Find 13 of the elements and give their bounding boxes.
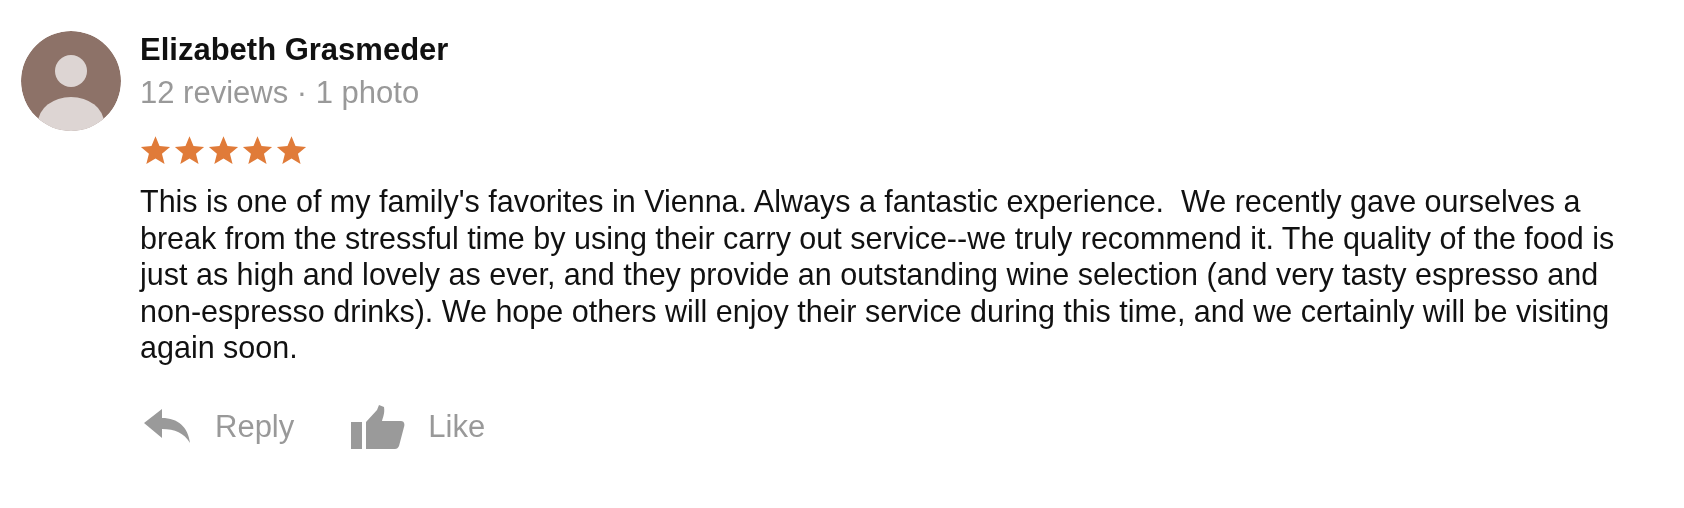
avatar-icon [21,31,121,131]
star-icon [174,135,205,166]
star-icon [140,135,171,166]
author-name: Elizabeth Grasmeder [140,32,450,68]
star-icon [208,135,239,166]
star-icon [276,135,307,166]
reply-button[interactable]: Reply [144,404,295,449]
thumbs-up-icon [351,404,406,449]
reply-icon [144,408,192,445]
review-count: 12 reviews · 1 photo [140,75,421,111]
star-icon [242,135,273,166]
review-text: This is one of my family's favorites in Vienna. Always a fantastic experience. We recently gave ourselves a break from the stressful time by using their carry out service--we truly recommend it. The quality of the food is just as high and lovely as ever, and they provide an outstanding wine selection (and very tasty espresso and non-espresso drinks). We hope others will enjoy their service during this time, and we certainly will be visiting again soon. [140,183,1616,366]
like-button[interactable]: Like [351,404,486,449]
